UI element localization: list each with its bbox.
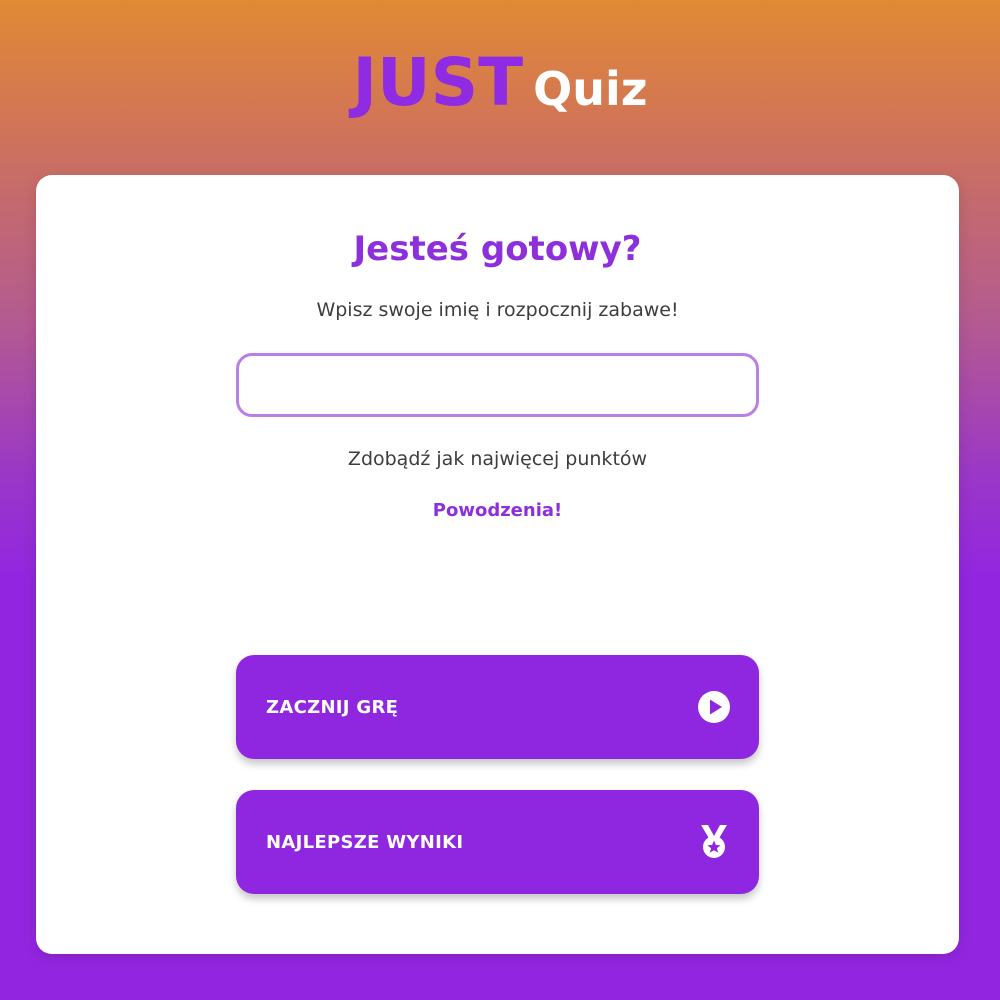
high-scores-label: NAJLEPSZE WYNIKI xyxy=(266,831,464,853)
player-name-input[interactable] xyxy=(236,353,759,417)
app-logo: JUST Quiz xyxy=(0,44,1000,121)
logo-just-text: JUST xyxy=(352,44,524,121)
logo-quiz-text: Quiz xyxy=(533,62,648,116)
start-card: Jesteś gotowy? Wpisz swoje imię i rozpoc… xyxy=(36,175,959,954)
start-game-button[interactable]: ZACZNIJ GRĘ xyxy=(236,655,759,759)
instruction-text: Wpisz swoje imię i rozpocznij zabawe! xyxy=(316,299,679,321)
start-game-label: ZACZNIJ GRĘ xyxy=(266,696,399,718)
page-title: Jesteś gotowy? xyxy=(353,229,642,269)
good-luck-text: Powodzenia! xyxy=(432,500,563,521)
high-scores-button[interactable]: NAJLEPSZE WYNIKI xyxy=(236,790,759,894)
info-text: Zdobądź jak najwięcej punktów xyxy=(347,448,648,470)
medal-icon xyxy=(697,825,731,859)
play-circle-icon xyxy=(697,690,731,724)
